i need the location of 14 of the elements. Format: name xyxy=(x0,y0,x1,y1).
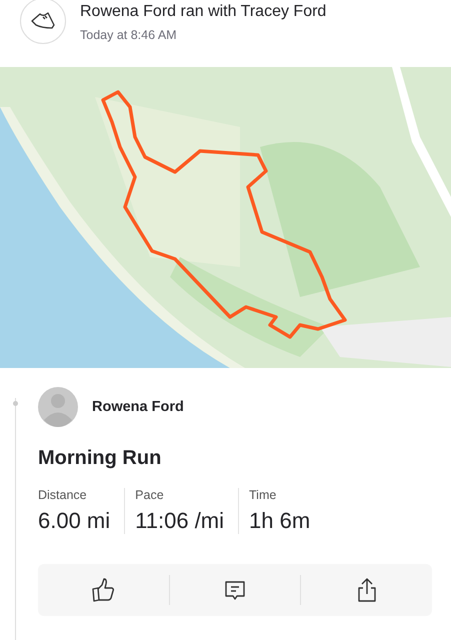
stat-label: Distance xyxy=(38,488,88,502)
stat-value: 6.00 mi xyxy=(38,508,110,534)
share-icon xyxy=(356,577,378,603)
shoe-icon xyxy=(20,0,66,44)
activity-time: Today at 8:46 AM xyxy=(80,28,178,42)
activity-header-title: Rowena Ford ran with Tracey Ford xyxy=(80,2,326,22)
stat-label: Pace xyxy=(135,488,165,502)
avatar xyxy=(38,387,78,427)
stat-value: 1h 6m xyxy=(249,508,310,534)
activity-title[interactable]: Morning Run xyxy=(38,447,432,470)
athlete-name[interactable]: Rowena Ford xyxy=(92,399,184,415)
stat-value: 11:06 /mi xyxy=(135,508,224,534)
thumbs-up-icon xyxy=(90,577,116,603)
stat-label: Time xyxy=(249,488,278,502)
